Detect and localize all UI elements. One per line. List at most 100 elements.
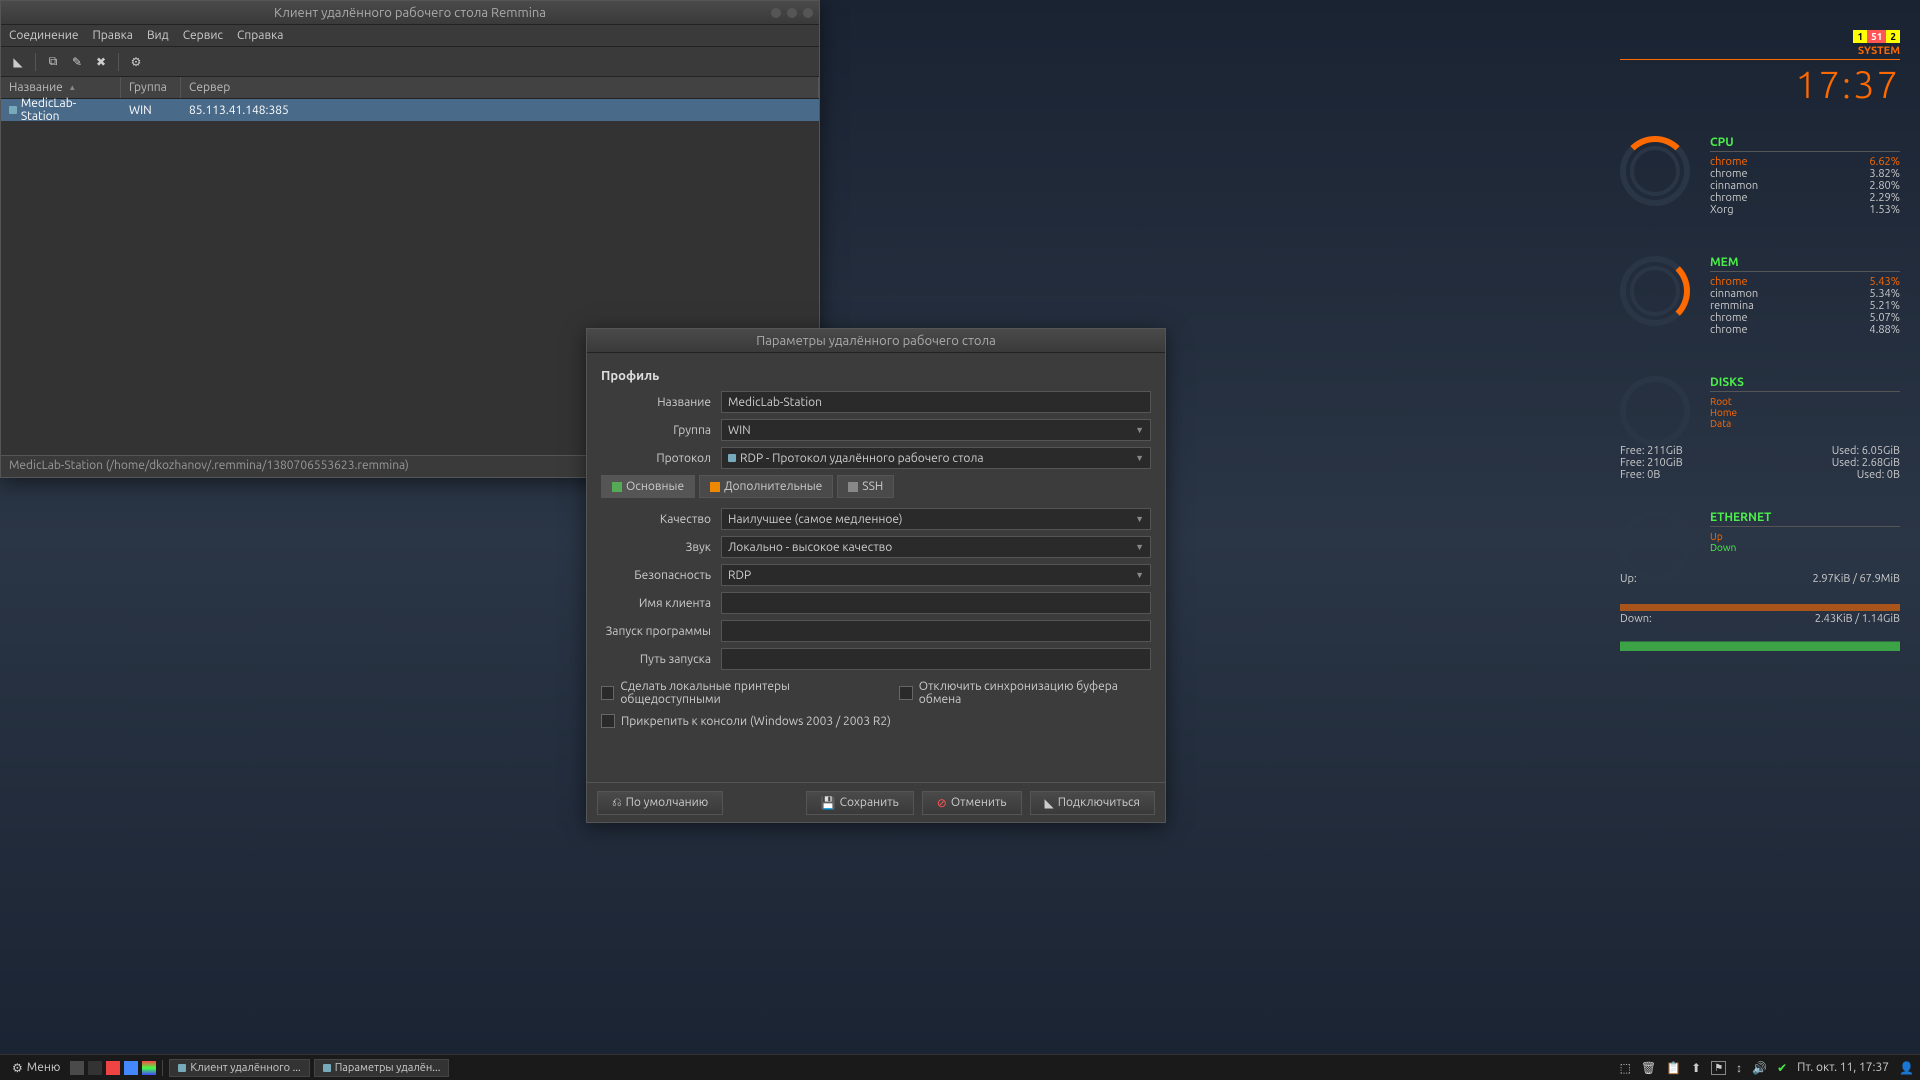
- group-label: Группа: [601, 424, 711, 437]
- share-printers-checkbox[interactable]: [601, 686, 614, 700]
- menu-edit[interactable]: Правка: [93, 29, 133, 42]
- taskbar-item-settings[interactable]: Параметры удалён...: [314, 1059, 450, 1077]
- tab-ssh-icon: [848, 482, 858, 492]
- pin-app-icon[interactable]: [124, 1061, 138, 1075]
- group-combo[interactable]: WIN▼: [721, 419, 1151, 441]
- disk-data-label: Data: [1710, 418, 1900, 429]
- disk-line: Free: 0BUsed: 0B: [1620, 469, 1900, 481]
- eth-up-label: Up: [1710, 531, 1900, 542]
- copy-icon[interactable]: ⧉: [42, 51, 64, 73]
- menu-view[interactable]: Вид: [147, 29, 169, 42]
- tray-network-icon[interactable]: ↕: [1736, 1061, 1742, 1075]
- toolbar: ◣ ⧉ ✎ ✖ ⚙: [1, 47, 819, 77]
- cancel-button[interactable]: ⊘Отменить: [922, 791, 1022, 815]
- protocol-combo[interactable]: RDP - Протокол удалённого рабочего стола…: [721, 447, 1151, 469]
- pin-terminal-icon[interactable]: [88, 1061, 102, 1075]
- menu-help[interactable]: Справка: [237, 29, 283, 42]
- tray-workspace-icon[interactable]: ⬚: [1620, 1061, 1631, 1075]
- quality-label: Качество: [601, 513, 711, 526]
- col-group[interactable]: Группа: [121, 77, 181, 98]
- security-combo[interactable]: RDP▼: [721, 564, 1151, 586]
- sound-combo[interactable]: Локально - высокое качество▼: [721, 536, 1151, 558]
- process-row: Xorg1.53%: [1710, 204, 1900, 216]
- process-row: cinnamon5.34%: [1710, 288, 1900, 300]
- minimize-button[interactable]: [771, 8, 781, 18]
- security-label: Безопасность: [601, 569, 711, 582]
- client-name-input[interactable]: [721, 592, 1151, 614]
- tab-ssh[interactable]: SSH: [837, 475, 894, 498]
- startup-program-input[interactable]: [721, 620, 1151, 642]
- taskbar-item-remmina[interactable]: Клиент удалённого ...: [169, 1059, 309, 1077]
- menu-connection[interactable]: Соединение: [9, 29, 79, 42]
- col-name[interactable]: Название ▲: [1, 77, 121, 98]
- clock-widget: 17:37: [1620, 64, 1900, 106]
- tray-keyboard-icon[interactable]: ⚑: [1711, 1061, 1726, 1075]
- client-name-label: Имя клиента: [601, 597, 711, 610]
- remmina-icon: [323, 1064, 331, 1072]
- cpu-title: CPU: [1710, 136, 1900, 152]
- tray-clipboard-icon[interactable]: 📋: [1666, 1061, 1681, 1075]
- titlebar[interactable]: Клиент удалённого рабочего стола Remmina: [1, 1, 819, 25]
- connect-icon[interactable]: ◣: [7, 51, 29, 73]
- process-row: chrome5.43%: [1710, 276, 1900, 288]
- default-button[interactable]: ⎌По умолчанию: [597, 791, 723, 815]
- chevron-down-icon: ▼: [1135, 453, 1144, 463]
- pin-files-icon[interactable]: [70, 1061, 84, 1075]
- attach-console-checkbox[interactable]: [601, 714, 615, 728]
- connect-button[interactable]: ◣Подключиться: [1030, 791, 1156, 815]
- mem-ring2-icon: [1630, 266, 1680, 316]
- process-row: remmina5.21%: [1710, 300, 1900, 312]
- tray-clock[interactable]: Пт. окт. 11, 17:37: [1797, 1061, 1889, 1074]
- protocol-label: Протокол: [601, 452, 711, 465]
- rdp-protocol-icon: [728, 454, 736, 462]
- quality-combo[interactable]: Наилучшее (самое медленное)▼: [721, 508, 1151, 530]
- eth-down-stat: Down:2.43KiB / 1.14GiB: [1620, 613, 1900, 625]
- tray-volume-icon[interactable]: 🔊: [1752, 1061, 1767, 1075]
- maximize-button[interactable]: [787, 8, 797, 18]
- window-title: Клиент удалённого рабочего стола Remmina: [274, 6, 546, 20]
- ethernet-title: ETHERNET: [1710, 511, 1900, 527]
- profile-section-label: Профиль: [601, 369, 1151, 383]
- startup-path-input[interactable]: [721, 648, 1151, 670]
- disks-block: DISKS Root Home Data Free: 211GiBUsed: 6…: [1620, 376, 1900, 481]
- save-button[interactable]: 💾Сохранить: [806, 791, 914, 815]
- cpu-ring2-icon: [1630, 146, 1680, 196]
- close-button[interactable]: [803, 8, 813, 18]
- dialog-titlebar[interactable]: Параметры удалённого рабочего стола: [587, 329, 1165, 353]
- workspace-badges: 1512: [1620, 30, 1900, 43]
- pin-chrome-icon[interactable]: [142, 1061, 156, 1075]
- table-row[interactable]: MedicLab-Station WIN 85.113.41.148:385: [1, 99, 819, 121]
- mem-block: MEM chrome5.43%cinnamon5.34%remmina5.21%…: [1620, 256, 1900, 346]
- delete-icon[interactable]: ✖: [90, 51, 112, 73]
- col-server[interactable]: Сервер: [181, 77, 819, 98]
- menu-service[interactable]: Сервис: [183, 29, 223, 42]
- cpu-block: CPU chrome6.62%chrome3.82%cinnamon2.80%c…: [1620, 136, 1900, 226]
- start-menu-button[interactable]: ⚙ Меню: [6, 1061, 66, 1075]
- startup-path-label: Путь запуска: [601, 653, 711, 666]
- edit-icon[interactable]: ✎: [66, 51, 88, 73]
- default-icon: ⎌: [612, 796, 622, 810]
- name-input[interactable]: [721, 391, 1151, 413]
- taskbar: ⚙ Меню Клиент удалённого ... Параметры у…: [0, 1054, 1920, 1080]
- tab-basic[interactable]: Основные: [601, 475, 695, 498]
- pin-firefox-icon[interactable]: [106, 1061, 120, 1075]
- process-row: chrome3.82%: [1710, 168, 1900, 180]
- settings-tabs: Основные Дополнительные SSH: [601, 475, 1151, 498]
- tray-update-icon[interactable]: ⬆: [1691, 1061, 1701, 1075]
- disks-title: DISKS: [1710, 376, 1900, 392]
- share-printers-label: Сделать локальные принтеры общедоступным…: [620, 680, 879, 706]
- process-row: chrome5.07%: [1710, 312, 1900, 324]
- disk-home-label: Home: [1710, 407, 1900, 418]
- chevron-down-icon: ▼: [1135, 542, 1144, 552]
- plugin-icon[interactable]: ⚙: [125, 51, 147, 73]
- tray-trash-icon[interactable]: 🗑: [1641, 1061, 1656, 1075]
- tray-shield-icon[interactable]: ✔: [1777, 1061, 1787, 1075]
- disable-clipboard-checkbox[interactable]: [899, 686, 912, 700]
- process-row: cinnamon2.80%: [1710, 180, 1900, 192]
- tray-user-icon[interactable]: 👤: [1899, 1061, 1914, 1075]
- system-monitor-widget: 1512 SYSTEM 17:37 CPU chrome6.62%chrome3…: [1620, 30, 1900, 653]
- tab-advanced[interactable]: Дополнительные: [699, 475, 833, 498]
- disk-line: Free: 211GiBUsed: 6.05GiB: [1620, 445, 1900, 457]
- chevron-down-icon: ▼: [1135, 425, 1144, 435]
- chevron-down-icon: ▼: [1135, 514, 1144, 524]
